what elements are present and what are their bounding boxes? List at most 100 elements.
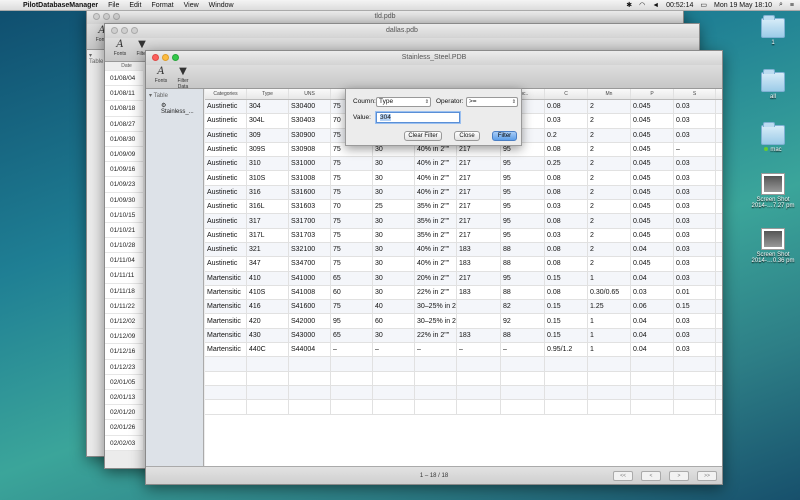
table-row[interactable]: Martensitic 430 S43000 65 30 22% in 2"" 183 88 0… bbox=[205, 328, 722, 344]
date-cell[interactable]: 01/11/04 bbox=[105, 253, 143, 269]
menu-window[interactable]: Window bbox=[204, 2, 239, 9]
table-row[interactable]: Austinetic 317L S31703 75 30 35% in 2"" 217 95 0… bbox=[205, 228, 722, 243]
date-cell[interactable]: 01/08/11 bbox=[105, 86, 143, 102]
table-row[interactable] bbox=[205, 357, 722, 372]
date-cell[interactable]: 01/10/21 bbox=[105, 223, 143, 239]
date-cell[interactable]: 01/09/23 bbox=[105, 177, 143, 193]
table-row[interactable]: Austinetic 310 S31000 75 30 40% in 2"" 217 95 0.… bbox=[205, 157, 722, 172]
close-button[interactable] bbox=[111, 27, 118, 34]
fonts-button[interactable]: A Fonts bbox=[150, 65, 172, 88]
table-row[interactable]: Martensitic 416 S41600 75 40 30–25% in 2"" 82 0… bbox=[205, 300, 722, 315]
operator-select[interactable]: >= ⇕ bbox=[466, 97, 518, 107]
minimize-button[interactable] bbox=[162, 54, 169, 61]
date-cell[interactable]: 02/01/05 bbox=[105, 375, 143, 390]
battery-icon[interactable]: ▭ bbox=[700, 1, 707, 9]
desktop-folder-mac[interactable]: mac bbox=[748, 122, 798, 153]
column-header[interactable]: Type bbox=[247, 89, 289, 99]
date-cell[interactable]: 01/08/30 bbox=[105, 132, 143, 147]
close-button[interactable] bbox=[152, 54, 159, 61]
date-cell[interactable]: 02/01/20 bbox=[105, 405, 143, 421]
table-row[interactable]: Austinetic 316L S31603 70 25 35% in 2"" 217 95 0… bbox=[205, 200, 722, 215]
date-cell[interactable]: 01/08/27 bbox=[105, 117, 143, 132]
column-header[interactable]: Categories bbox=[205, 89, 247, 99]
sidebar-group-table[interactable]: ▾ Table bbox=[149, 92, 200, 99]
date-cell[interactable]: 01/09/09 bbox=[105, 147, 143, 163]
table-row[interactable]: Austinetic 317 S31700 75 30 35% in 2"" 217 95 0.… bbox=[205, 214, 722, 229]
desktop-folder-all[interactable]: all bbox=[748, 69, 798, 100]
column-header[interactable]: S bbox=[674, 89, 716, 99]
table-row[interactable]: Austinetic 310S S31008 75 30 40% in 2"" 217 95 0… bbox=[205, 171, 722, 186]
clock-readout[interactable]: 00:52:14 bbox=[666, 2, 693, 9]
list-icon[interactable]: ≡ bbox=[790, 2, 794, 9]
close-button[interactable] bbox=[93, 13, 100, 20]
filter-button[interactable]: Filter bbox=[492, 131, 517, 141]
table-row[interactable] bbox=[205, 371, 722, 386]
sidebar-item-stainless[interactable]: ⚙ Stainless_... bbox=[149, 102, 200, 115]
clear-filter-button[interactable]: Clear Filter bbox=[404, 131, 442, 141]
date-cell[interactable]: 01/11/11 bbox=[105, 268, 143, 284]
zoom-button[interactable] bbox=[113, 13, 120, 20]
titlebar[interactable]: tld.pdb bbox=[87, 10, 683, 24]
titlebar[interactable]: Stainless_Steel.PDB bbox=[146, 51, 722, 65]
search-icon[interactable]: ⌕ bbox=[779, 1, 783, 9]
date-cell[interactable]: 01/09/16 bbox=[105, 162, 143, 178]
column-header[interactable]: UNS bbox=[289, 89, 331, 99]
column-header[interactable]: C bbox=[545, 89, 588, 99]
column-header[interactable]: P bbox=[631, 89, 674, 99]
close-button[interactable]: Close bbox=[454, 131, 480, 141]
table-row[interactable] bbox=[205, 400, 722, 415]
date-cell[interactable]: 01/12/16 bbox=[105, 344, 143, 360]
desktop-screenshot-2[interactable]: Screen Shot 2014-…0.36 pm bbox=[748, 228, 798, 264]
date-cell[interactable]: 02/01/13 bbox=[105, 390, 143, 406]
desktop-folder-1[interactable]: 1 bbox=[748, 15, 798, 46]
date-cell[interactable]: 01/12/02 bbox=[105, 314, 143, 330]
date-header[interactable]: Date bbox=[105, 62, 143, 71]
desktop-screenshot-1[interactable]: Screen Shot 2014-…7.27 pm bbox=[748, 173, 798, 209]
table-row[interactable]: Martensitic 410S S41008 60 30 22% in 2"" 183 88… bbox=[205, 285, 722, 301]
zoom-button[interactable] bbox=[131, 27, 138, 34]
fonts-button[interactable]: A Fonts bbox=[109, 38, 131, 61]
column-select[interactable]: Type ⇕ bbox=[376, 97, 431, 107]
table-cell bbox=[331, 400, 373, 414]
wifi-icon[interactable]: ◠ bbox=[639, 1, 645, 9]
zoom-button[interactable] bbox=[172, 54, 179, 61]
table-row[interactable]: Austinetic 321 S32100 75 30 40% in 2"" 183 88 0.… bbox=[205, 242, 722, 258]
datetime[interactable]: Mon 19 May 18:10 bbox=[714, 2, 772, 9]
table-row[interactable]: Martensitic 420 S42000 95 60 30–25% in 2"" 92 0… bbox=[205, 314, 722, 329]
table-row[interactable]: Austinetic 347 S34700 75 30 40% in 2"" 183 88 0.… bbox=[205, 257, 722, 272]
menu-app[interactable]: PilotDatabaseManager bbox=[18, 2, 103, 9]
date-cell[interactable]: 01/11/22 bbox=[105, 299, 143, 314]
table-row[interactable]: Martensitic 410 S41000 65 30 20% in 2"" 217 95 0… bbox=[205, 271, 722, 286]
menu-file[interactable]: File bbox=[103, 2, 124, 9]
prev-page-button[interactable]: < bbox=[641, 471, 661, 481]
bluetooth-icon[interactable]: ✱ bbox=[626, 1, 632, 9]
menu-view[interactable]: View bbox=[179, 2, 204, 9]
table-row[interactable]: Martensitic 440C S44004– – – – –0.95/1.2 1 0.04 0… bbox=[205, 343, 722, 358]
minimize-button[interactable] bbox=[121, 27, 128, 34]
date-cell[interactable]: 01/10/15 bbox=[105, 208, 143, 223]
last-page-button[interactable]: >> bbox=[697, 471, 717, 481]
titlebar[interactable]: dallas.pdb bbox=[105, 24, 699, 38]
date-cell[interactable]: 01/12/23 bbox=[105, 360, 143, 375]
next-page-button[interactable]: > bbox=[669, 471, 689, 481]
date-cell[interactable]: 02/02/03 bbox=[105, 436, 143, 451]
date-cell[interactable]: 01/10/28 bbox=[105, 238, 143, 254]
table-cell: 30 bbox=[373, 157, 415, 171]
table-row[interactable]: Austinetic 316 S31600 75 30 40% in 2"" 217 95 0.… bbox=[205, 185, 722, 201]
menu-edit[interactable]: Edit bbox=[124, 2, 146, 9]
first-page-button[interactable]: << bbox=[613, 471, 633, 481]
table-cell: S32100 bbox=[289, 242, 331, 257]
column-header[interactable]: Mn bbox=[588, 89, 631, 99]
date-cell[interactable]: 01/12/09 bbox=[105, 329, 143, 345]
date-cell[interactable]: 01/08/04 bbox=[105, 71, 143, 87]
table-row[interactable] bbox=[205, 385, 722, 401]
date-cell[interactable]: 01/11/18 bbox=[105, 284, 143, 299]
date-cell[interactable]: 02/01/26 bbox=[105, 420, 143, 436]
value-input[interactable]: 304 bbox=[376, 112, 460, 123]
date-cell[interactable]: 01/08/18 bbox=[105, 101, 143, 117]
date-cell[interactable]: 01/09/30 bbox=[105, 193, 143, 208]
menu-format[interactable]: Format bbox=[146, 2, 178, 9]
minimize-button[interactable] bbox=[103, 13, 110, 20]
volume-icon[interactable]: ◄ bbox=[652, 2, 659, 9]
filter-data-button[interactable]: ▼ Filter Data bbox=[172, 65, 194, 90]
